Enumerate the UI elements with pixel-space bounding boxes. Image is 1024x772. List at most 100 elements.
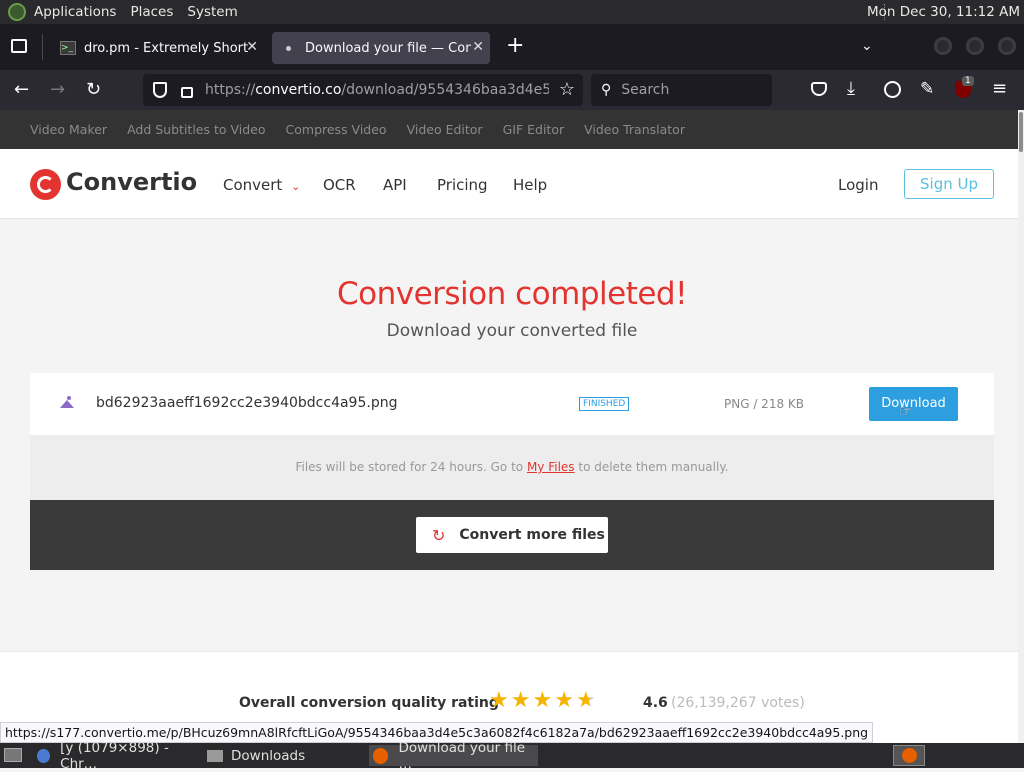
reload-icon[interactable]: ↻ (86, 81, 101, 99)
tab-title: dro.pm - Extremely Short Li (84, 40, 248, 56)
taskbar-item-label: Downloads (231, 747, 306, 764)
rating-label: Overall conversion quality rating (239, 695, 499, 711)
util-link-add-subtitles[interactable]: Add Subtitles to Video (127, 122, 265, 137)
main-content: Conversion completed! Download your conv… (0, 220, 1018, 650)
maximize-window-button[interactable] (966, 37, 984, 55)
nav-pricing[interactable]: Pricing (437, 176, 488, 194)
star-icon: ★ (532, 688, 555, 713)
tab-bar: >_ dro.pm - Extremely Short Li ✕ Downloa… (0, 24, 1024, 70)
hand-cursor-icon: ☞ (899, 402, 913, 420)
forward-arrow-icon[interactable]: → (50, 81, 65, 99)
url-host: convertio.co (255, 82, 342, 98)
util-link-video-maker[interactable]: Video Maker (30, 122, 107, 137)
gnome-logo-icon[interactable] (8, 3, 26, 21)
taskbar-item-firefox[interactable]: Download your file … (369, 740, 538, 772)
lock-icon[interactable] (181, 86, 193, 98)
taskbar-item-label: Download your file … (398, 739, 526, 772)
minimize-window-button[interactable] (934, 37, 952, 55)
system-menu[interactable]: System (187, 4, 237, 20)
rating-stars: ★★★★★ (489, 688, 598, 713)
close-tab-icon[interactable]: ✕ (472, 39, 484, 55)
top-panel: Applications Places System Mon Dec 30, 1… (0, 0, 1024, 24)
pocket-icon[interactable] (811, 82, 827, 96)
util-link-video-editor[interactable]: Video Editor (407, 122, 483, 137)
chrome-icon (37, 748, 51, 763)
new-tab-button[interactable]: + (506, 35, 524, 57)
storage-note-section: Files will be stored for 24 hours. Go to… (30, 435, 994, 500)
bookmark-star-icon[interactable]: ☆ (559, 79, 575, 100)
star-icon: ★ (510, 688, 533, 713)
extensions-icon[interactable]: ✎ (920, 80, 934, 98)
chevron-down-icon: ⌄ (291, 180, 301, 193)
page-scrollbar[interactable] (1018, 110, 1024, 742)
extension-badge: 1 (962, 76, 974, 86)
close-tab-icon[interactable]: ✕ (246, 39, 258, 55)
nav-help[interactable]: Help (513, 176, 547, 194)
refresh-icon: ↻ (432, 525, 446, 545)
nav-convert-label: Convert (223, 176, 283, 194)
applications-menu[interactable]: Applications (34, 4, 116, 20)
tab-title: Download your file — Conv (305, 40, 471, 56)
rating-votes: (26,139,267 votes) (671, 695, 805, 711)
convertio-logo-icon[interactable] (30, 169, 61, 200)
page-title: Conversion completed! (336, 276, 688, 312)
url-path: /download/9554346baa3d4e5c3a (341, 82, 549, 98)
logo-text[interactable]: Convertio (66, 168, 197, 196)
convert-more-label: Convert more files (459, 527, 605, 543)
places-menu[interactable]: Places (130, 4, 173, 20)
chevron-down-icon[interactable]: ⌄ (861, 38, 873, 54)
folder-icon (207, 749, 223, 762)
nav-convert[interactable]: Convert ⌄ (223, 176, 300, 194)
clock[interactable]: Mon Dec 30, 11:12 AM (867, 4, 1020, 20)
tab-dro-pm[interactable]: >_ dro.pm - Extremely Short Li ✕ (48, 32, 264, 64)
tab-divider (42, 34, 43, 60)
image-file-icon (60, 396, 74, 408)
tray-firefox-icon[interactable] (893, 745, 925, 766)
hamburger-menu-icon[interactable]: ≡ (992, 80, 1007, 98)
close-window-button[interactable] (998, 37, 1016, 55)
search-icon: ⚲ (601, 82, 612, 98)
star-icon: ★ (554, 688, 576, 713)
nav-bar: ← → ↻ https://convertio.co/download/9554… (0, 70, 1024, 110)
login-link[interactable]: Login (838, 176, 878, 194)
tab-convertio-download[interactable]: Download your file — Conv ✕ (272, 32, 490, 64)
url-scheme: https:// (205, 82, 256, 98)
back-arrow-icon[interactable]: ← (14, 81, 29, 99)
downloads-icon[interactable]: ⤓ (847, 80, 855, 98)
status-badge: FINISHED (579, 397, 630, 411)
file-meta: PNG / 218 KB (724, 397, 805, 411)
taskbar-item-chrome[interactable]: [y (1079×898) - Chr… (33, 740, 201, 772)
rating-score: 4.6 (643, 695, 668, 711)
storage-note-before: Files will be stored for 24 hours. Go to (295, 460, 527, 474)
search-bar[interactable]: ⚲ Search (591, 74, 772, 106)
show-desktop-icon[interactable] (4, 748, 22, 762)
convert-more-button[interactable]: ↻ Convert more files (416, 517, 608, 553)
url-text[interactable]: https://convertio.co/download/9554346baa… (205, 82, 549, 98)
taskbar: [y (1079×898) - Chr… Downloads Download … (0, 740, 1024, 772)
search-input[interactable]: Search (621, 82, 669, 98)
taskbar-item-downloads[interactable]: Downloads (203, 745, 365, 766)
tab-list-icon[interactable] (11, 39, 27, 53)
convert-more-section: ↻ Convert more files (30, 500, 994, 570)
util-link-compress-video[interactable]: Compress Video (286, 122, 387, 137)
terminal-favicon-icon: >_ (60, 41, 76, 55)
nav-ocr[interactable]: OCR (323, 176, 356, 194)
url-bar[interactable]: https://convertio.co/download/9554346baa… (143, 74, 583, 106)
nav-api[interactable]: API (383, 176, 407, 194)
my-files-link[interactable]: My Files (527, 460, 575, 474)
file-name: bd62923aaeff1692cc2e3940bdcc4a95.png (96, 395, 398, 411)
download-button[interactable]: Download (869, 387, 958, 421)
taskbar-item-label: [y (1079×898) - Chr… (60, 739, 169, 772)
account-icon[interactable] (884, 81, 901, 98)
half-star-icon: ★ (575, 688, 598, 713)
util-link-video-translator[interactable]: Video Translator (584, 122, 685, 137)
signup-button[interactable]: Sign Up (904, 169, 994, 199)
site-header: Convertio Convert ⌄ OCR API Pricing Help… (0, 149, 1018, 219)
loading-dot-icon (286, 45, 291, 51)
util-link-gif-editor[interactable]: GIF Editor (503, 122, 565, 137)
scrollbar-thumb[interactable] (1019, 112, 1023, 152)
storage-note-after: to delete them manually. (574, 460, 729, 474)
shield-icon[interactable] (153, 82, 167, 98)
star-icon: ★ (489, 688, 511, 713)
page-subtitle: Download your converted file (386, 321, 638, 341)
